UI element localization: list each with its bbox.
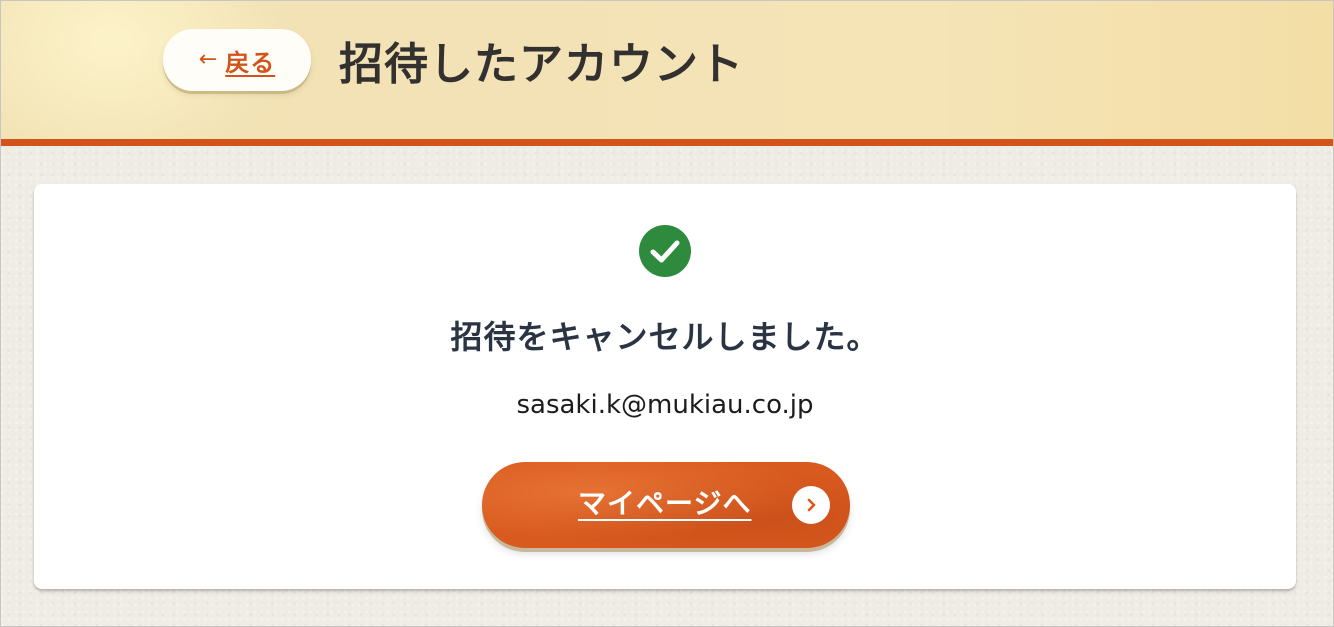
chevron-right-glyph <box>807 498 816 512</box>
mypage-button[interactable]: マイページへ <box>482 462 850 548</box>
page-header: ← 戻る 招待したアカウント <box>1 1 1333 139</box>
page-title: 招待したアカウント <box>339 39 744 90</box>
check-circle-icon <box>639 225 691 277</box>
mypage-button-label[interactable]: マイページへ <box>578 484 751 524</box>
arrow-left-icon: ← <box>198 47 218 72</box>
status-message: 招待をキャンセルしました。 <box>450 318 880 356</box>
chevron-right-icon <box>792 486 830 524</box>
back-button-label[interactable]: 戻る <box>225 43 275 78</box>
result-card: 招待をキャンセルしました。 sasaki.k@mukiau.co.jp マイペー… <box>34 184 1296 589</box>
back-button[interactable]: ← 戻る <box>163 29 311 91</box>
page-frame: ← 戻る 招待したアカウント 招待をキャンセルしました。 sasaki.k@mu… <box>0 0 1334 627</box>
invited-email: sasaki.k@mukiau.co.jp <box>516 390 814 420</box>
header-divider <box>1 139 1333 146</box>
